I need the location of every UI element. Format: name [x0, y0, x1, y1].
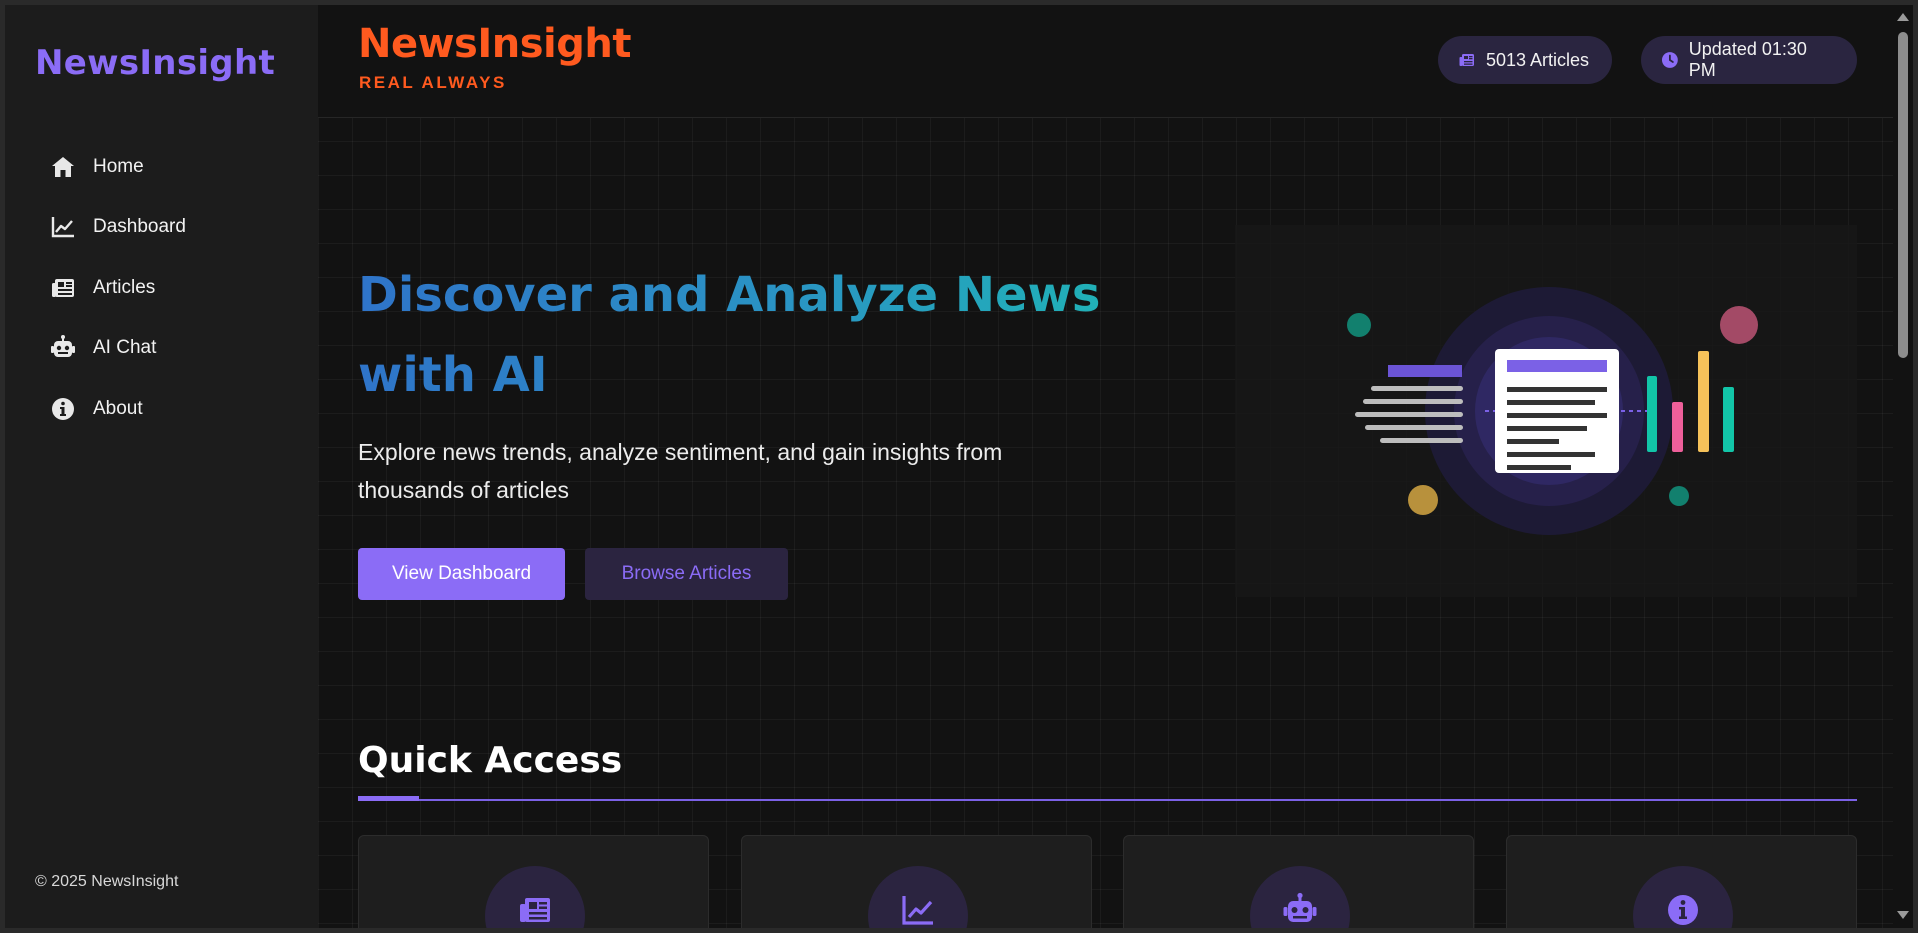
quick-access-card-about[interactable]: [1506, 835, 1857, 928]
card-icon-circle: [868, 866, 968, 928]
sidebar-item-label: Dashboard: [93, 216, 186, 237]
header-tagline: REAL ALWAYS: [359, 73, 507, 92]
news-analysis-illustration: [1347, 287, 1758, 535]
copyright-text: © 2025 NewsInsight: [35, 873, 179, 890]
card-icon-circle: [485, 866, 585, 928]
robot-icon: [1283, 892, 1317, 922]
clock-icon: [1661, 52, 1678, 68]
info-icon: [1668, 895, 1698, 925]
scroll-up-arrow[interactable]: [1897, 13, 1909, 21]
sidebar: NewsInsight Home Dashboard Articles AI C…: [5, 5, 318, 928]
sidebar-item-about[interactable]: About: [49, 389, 289, 429]
hero-title-line-2: with AI: [358, 347, 548, 403]
chart-line-icon: [51, 217, 74, 238]
sidebar-item-label: AI Chat: [93, 337, 157, 358]
sidebar-brand[interactable]: NewsInsight: [35, 43, 275, 83]
updated-time-badge: Updated 01:30 PM: [1641, 36, 1857, 84]
sidebar-item-home[interactable]: Home: [49, 147, 289, 187]
quick-access-card-dashboard[interactable]: [741, 835, 1092, 928]
articles-count-badge: 5013 Articles: [1438, 36, 1612, 84]
top-bar: NewsInsight REAL ALWAYS 5013 Articles Up…: [318, 5, 1898, 118]
app-window: NewsInsight Home Dashboard Articles AI C…: [5, 5, 1898, 928]
quick-access-card-ai-chat[interactable]: [1123, 835, 1474, 928]
scroll-down-arrow[interactable]: [1897, 911, 1909, 919]
newspaper-icon: [52, 279, 74, 297]
chart-line-icon: [902, 896, 933, 925]
newspaper-icon: [1459, 54, 1474, 66]
newspaper-icon: [520, 898, 550, 922]
view-dashboard-button[interactable]: View Dashboard: [358, 548, 565, 600]
robot-icon: [51, 335, 75, 357]
hero-title: Discover and Analyze News with AI: [358, 255, 1118, 415]
quick-access-divider: [358, 799, 1857, 801]
quick-access-divider-accent: [358, 796, 419, 801]
card-icon-circle: [1633, 866, 1733, 928]
info-icon: [52, 398, 74, 420]
home-icon: [52, 157, 74, 177]
hero-title-line-1: Discover and Analyze News: [358, 267, 1101, 323]
scrollbar-thumb[interactable]: [1898, 32, 1908, 358]
sidebar-item-dashboard[interactable]: Dashboard: [49, 207, 289, 247]
sidebar-item-ai-chat[interactable]: AI Chat: [49, 328, 289, 368]
sidebar-item-label: About: [93, 398, 143, 419]
updated-time-text: Updated 01:30 PM: [1688, 39, 1807, 80]
hero-illustration: [1235, 225, 1857, 597]
sidebar-item-label: Home: [93, 156, 144, 177]
sidebar-item-articles[interactable]: Articles: [49, 268, 289, 308]
browse-articles-button[interactable]: Browse Articles: [585, 548, 788, 600]
sidebar-item-label: Articles: [93, 277, 156, 298]
articles-count-text: 5013 Articles: [1486, 49, 1590, 70]
card-icon-circle: [1250, 866, 1350, 928]
quick-access-card-articles[interactable]: [358, 835, 709, 928]
main-content: NewsInsight REAL ALWAYS 5013 Articles Up…: [318, 5, 1898, 928]
hero-subtitle: Explore news trends, analyze sentiment, …: [358, 439, 1003, 503]
header-title[interactable]: NewsInsight: [358, 21, 631, 67]
vertical-scrollbar[interactable]: [1893, 5, 1913, 928]
quick-access-title: Quick Access: [358, 740, 623, 781]
